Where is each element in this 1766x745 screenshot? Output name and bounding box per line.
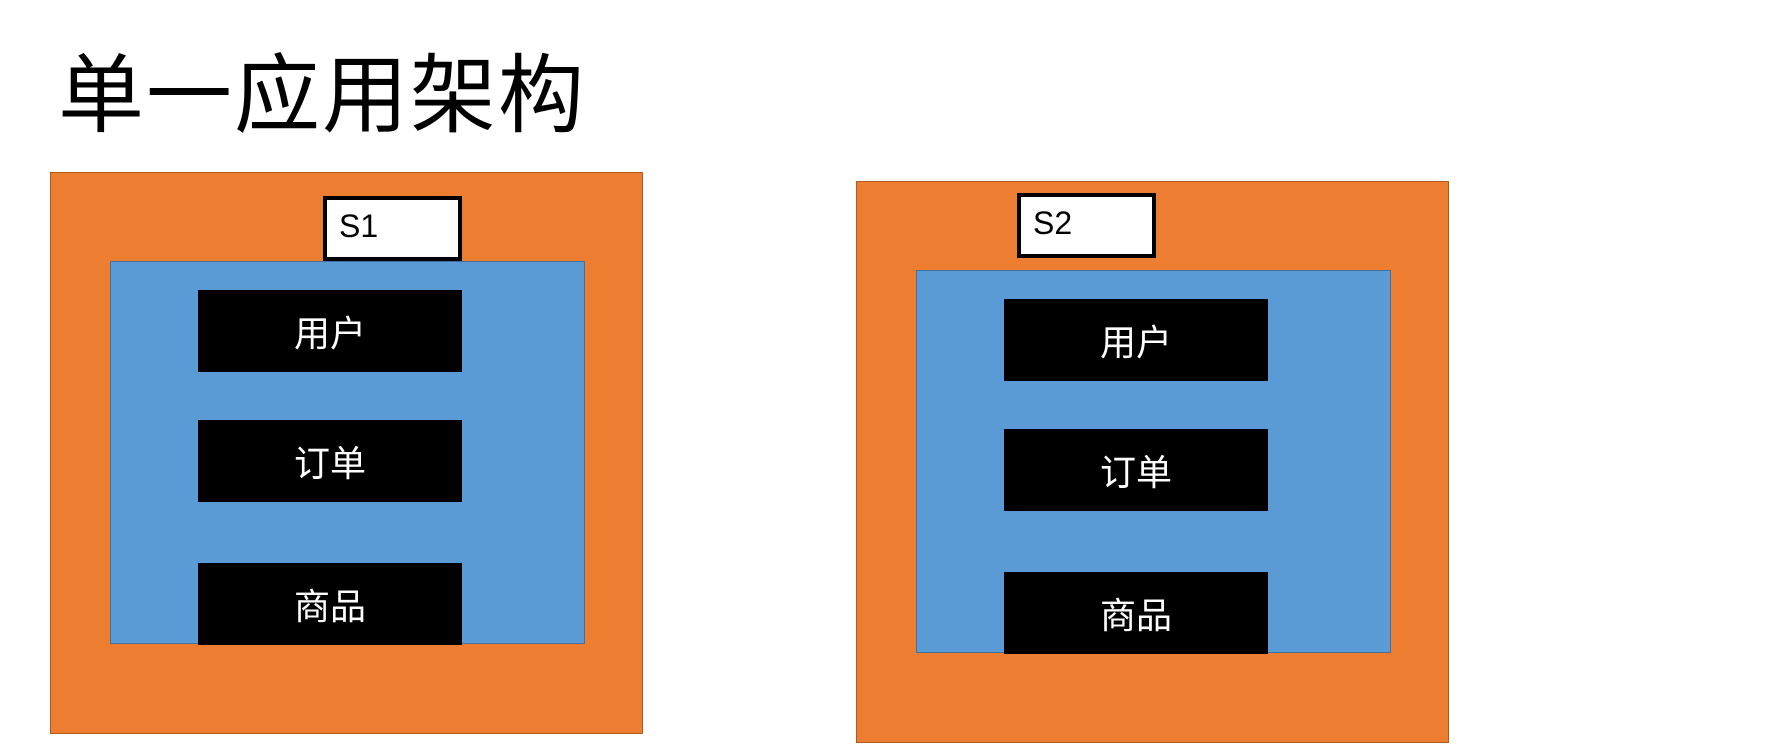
module-product-s1: 商品	[198, 563, 462, 645]
module-order-s1: 订单	[198, 420, 462, 502]
app-container-s1: 用户 订单 商品	[110, 261, 585, 645]
module-product-s2: 商品	[1004, 572, 1268, 654]
app-container-s2: 用户 订单 商品	[916, 270, 1391, 654]
diagram-title: 单一应用架构	[58, 46, 586, 146]
server-s2: 用户 订单 商品 S2	[856, 181, 1449, 743]
module-user-s1: 用户	[198, 290, 462, 372]
server-s1: 用户 订单 商品 S1	[50, 172, 643, 734]
module-order-s2: 订单	[1004, 429, 1268, 511]
server-label-s2: S2	[1017, 193, 1156, 258]
module-user-s2: 用户	[1004, 299, 1268, 381]
server-label-s1: S1	[323, 196, 462, 261]
